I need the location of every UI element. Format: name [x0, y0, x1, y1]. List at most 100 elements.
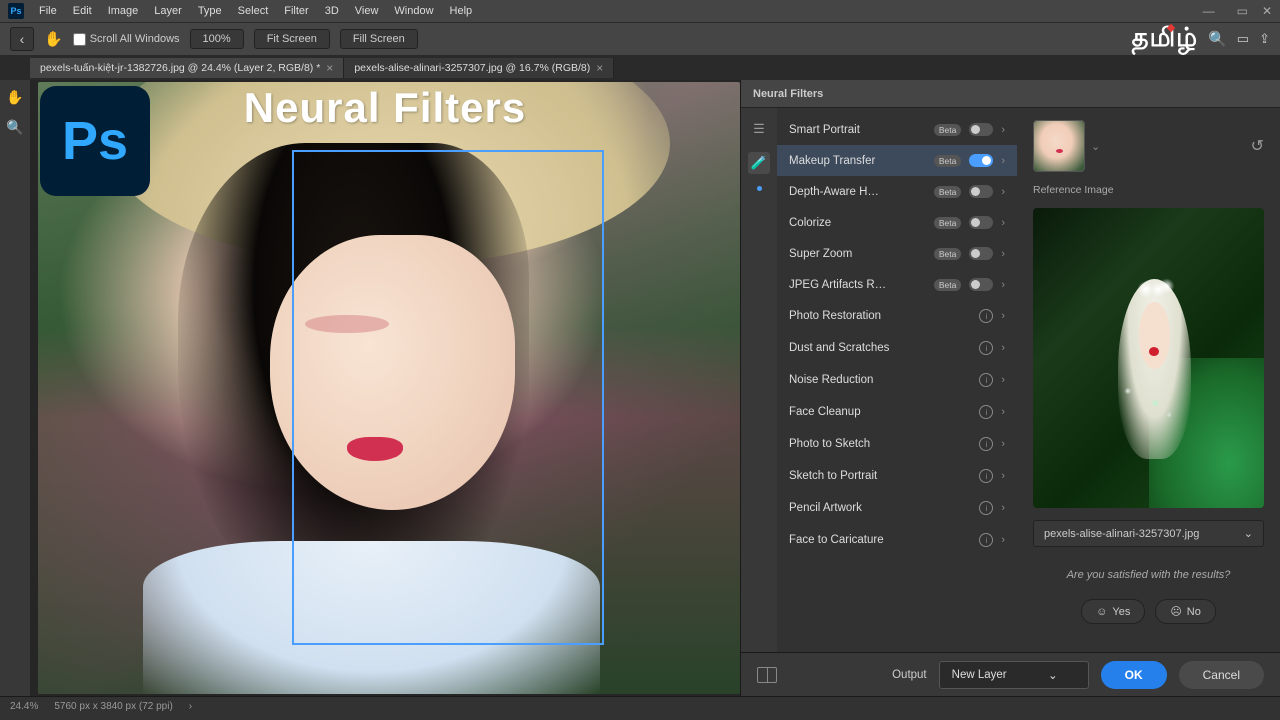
close-tab-icon[interactable]: ×: [326, 61, 333, 75]
menu-select[interactable]: Select: [231, 3, 276, 19]
filter-toggle[interactable]: [969, 123, 993, 136]
filter-item[interactable]: ColorizeBeta›: [777, 207, 1017, 238]
filter-item[interactable]: Face Cleanupi›: [777, 396, 1017, 428]
filter-detail-pane: ⌄ ↺ Reference Image pexels-alise-alinari: [1017, 108, 1280, 652]
filter-name-label: Makeup Transfer: [789, 155, 926, 167]
chevron-right-icon: ›: [1001, 310, 1005, 322]
menu-image[interactable]: Image: [101, 3, 146, 19]
document-tabs: pexels-tuấn-kiệt-jr-1382726.jpg @ 24.4% …: [0, 56, 1280, 80]
chevron-right-icon: ›: [1001, 438, 1005, 450]
menu-bar: Ps File Edit Image Layer Type Select Fil…: [0, 0, 1280, 22]
beta-badge: Beta: [934, 248, 962, 260]
document-tab-1[interactable]: pexels-tuấn-kiệt-jr-1382726.jpg @ 24.4% …: [30, 58, 344, 78]
feedback-yes-button[interactable]: ☺ Yes: [1081, 599, 1145, 624]
preview-toggle-icon[interactable]: [757, 667, 777, 683]
fit-screen-button[interactable]: Fit Screen: [254, 29, 330, 49]
filter-item[interactable]: Sketch to Portraiti›: [777, 460, 1017, 492]
beta-badge: Beta: [934, 217, 962, 229]
menu-file[interactable]: File: [32, 3, 64, 19]
close-tab-icon[interactable]: ×: [596, 61, 603, 75]
info-icon[interactable]: i: [979, 469, 993, 483]
filter-toggle[interactable]: [969, 247, 993, 260]
left-tool-rail: ✋ 🔍: [0, 80, 30, 696]
info-icon[interactable]: i: [979, 373, 993, 387]
document-info: 5760 px x 3840 px (72 ppi): [54, 701, 172, 712]
chevron-right-icon: ›: [1001, 279, 1005, 291]
filter-item[interactable]: Dust and Scratchesi›: [777, 332, 1017, 364]
filter-item[interactable]: Photo to Sketchi›: [777, 428, 1017, 460]
neural-filters-panel: Neural Filters ☰ 🧪 Smart PortraitBeta›Ma…: [740, 80, 1280, 696]
info-icon[interactable]: i: [979, 501, 993, 515]
workspace-icon[interactable]: ▭: [1237, 31, 1249, 47]
satisfaction-question: Are you satisfied with the results?: [1033, 569, 1264, 581]
filter-item[interactable]: Super ZoomBeta›: [777, 238, 1017, 269]
minimize-icon[interactable]: —: [1203, 4, 1215, 18]
filter-name-label: Face to Caricature: [789, 534, 971, 546]
filter-item[interactable]: Makeup TransferBeta›: [777, 145, 1017, 176]
info-icon[interactable]: i: [979, 533, 993, 547]
menu-help[interactable]: Help: [443, 3, 480, 19]
reference-image[interactable]: [1033, 208, 1264, 508]
face-dropdown-icon[interactable]: ⌄: [1091, 140, 1100, 153]
menu-layer[interactable]: Layer: [147, 3, 189, 19]
info-icon[interactable]: i: [979, 341, 993, 355]
scroll-all-checkbox[interactable]: Scroll All Windows: [73, 33, 180, 46]
indicator-dot: [757, 186, 762, 191]
status-chevron-icon[interactable]: ›: [189, 701, 192, 712]
filter-name-label: Sketch to Portrait: [789, 470, 971, 482]
close-icon[interactable]: ✕: [1262, 4, 1272, 18]
zoom-status: 24.4%: [10, 701, 38, 712]
filter-name-label: Noise Reduction: [789, 374, 971, 386]
menu-type[interactable]: Type: [191, 3, 229, 19]
hand-tool-icon[interactable]: ✋: [44, 30, 63, 48]
filter-item[interactable]: Smart PortraitBeta›: [777, 114, 1017, 145]
output-label: Output: [892, 669, 927, 681]
ok-button[interactable]: OK: [1101, 661, 1167, 689]
document-tab-2-label: pexels-alise-alinari-3257307.jpg @ 16.7%…: [354, 62, 590, 74]
menu-filter[interactable]: Filter: [277, 3, 315, 19]
document-tab-2[interactable]: pexels-alise-alinari-3257307.jpg @ 16.7%…: [344, 58, 614, 78]
filter-item[interactable]: Photo Restoration i ›: [777, 300, 1017, 332]
filter-item[interactable]: Depth-Aware H…Beta›: [777, 176, 1017, 207]
face-thumbnail[interactable]: [1033, 120, 1085, 172]
document-tab-1-label: pexels-tuấn-kiệt-jr-1382726.jpg @ 24.4% …: [40, 62, 320, 74]
menu-view[interactable]: View: [348, 3, 386, 19]
filter-toggle[interactable]: [969, 278, 993, 291]
restore-icon[interactable]: ▭: [1237, 4, 1248, 18]
feedback-no-button[interactable]: ☹ No: [1155, 599, 1216, 624]
filter-item[interactable]: JPEG Artifacts R…Beta›: [777, 269, 1017, 300]
filter-name-label: Pencil Artwork: [789, 502, 971, 514]
info-icon[interactable]: i: [979, 405, 993, 419]
filter-item[interactable]: Noise Reductioni›: [777, 364, 1017, 396]
sliders-icon[interactable]: ☰: [748, 118, 770, 140]
canvas-area[interactable]: Neural Filters Ps: [30, 80, 740, 696]
filter-toggle[interactable]: [969, 216, 993, 229]
filter-toggle[interactable]: [969, 185, 993, 198]
no-label: No: [1187, 606, 1201, 618]
back-button[interactable]: ‹: [10, 27, 34, 51]
filter-name-label: Face Cleanup: [789, 406, 971, 418]
menu-window[interactable]: Window: [387, 3, 440, 19]
info-icon[interactable]: i: [979, 309, 993, 323]
reference-image-select[interactable]: pexels-alise-alinari-3257307.jpg ⌄: [1033, 520, 1264, 547]
filter-item[interactable]: Pencil Artworki›: [777, 492, 1017, 524]
hand-tool[interactable]: ✋: [4, 86, 26, 108]
flask-icon[interactable]: 🧪: [748, 152, 770, 174]
filter-name-label: Super Zoom: [789, 248, 926, 260]
filter-name-label: Photo Restoration: [789, 310, 971, 322]
zoom-tool[interactable]: 🔍: [4, 116, 26, 138]
cancel-button[interactable]: Cancel: [1179, 661, 1264, 689]
title-overlay: Neural Filters: [244, 84, 526, 132]
output-select[interactable]: New Layer ⌄: [939, 661, 1089, 689]
zoom-percent-field[interactable]: 100%: [190, 29, 244, 49]
reset-icon[interactable]: ↺: [1251, 136, 1264, 156]
info-icon[interactable]: i: [979, 437, 993, 451]
reference-image-label: Reference Image: [1033, 184, 1264, 196]
menu-3d[interactable]: 3D: [318, 3, 346, 19]
search-icon[interactable]: 🔍: [1208, 30, 1227, 48]
fill-screen-button[interactable]: Fill Screen: [340, 29, 418, 49]
filter-toggle[interactable]: [969, 154, 993, 167]
share-icon[interactable]: ⇪: [1259, 31, 1270, 47]
menu-edit[interactable]: Edit: [66, 3, 99, 19]
filter-item[interactable]: Face to Caricaturei›: [777, 524, 1017, 556]
